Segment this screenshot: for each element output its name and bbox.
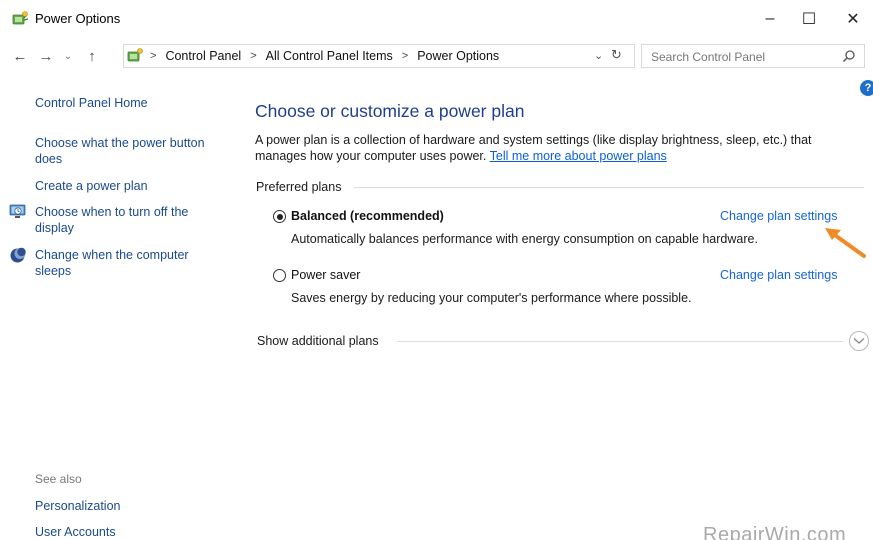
- refresh-icon[interactable]: ↻: [611, 47, 622, 63]
- window-title: Power Options: [35, 11, 121, 26]
- computer-sleeps-link[interactable]: Change when the computer sleeps: [35, 247, 225, 279]
- page-title: Choose or customize a power plan: [255, 101, 525, 121]
- search-icon[interactable]: [842, 49, 856, 63]
- control-panel-icon: [127, 48, 143, 62]
- learn-more-link[interactable]: Tell me more about power plans: [490, 149, 667, 163]
- turn-off-display-link[interactable]: Choose when to turn off the display: [35, 204, 225, 236]
- close-button[interactable]: ✕: [833, 6, 873, 32]
- back-button[interactable]: ←: [10, 46, 30, 66]
- up-button[interactable]: ↑: [82, 46, 102, 66]
- balanced-plan-radio[interactable]: [273, 210, 286, 223]
- page-description: A power plan is a collection of hardware…: [255, 132, 860, 164]
- preferred-plans-label: Preferred plans: [256, 180, 342, 194]
- maximize-button[interactable]: ☐: [789, 6, 829, 32]
- help-icon[interactable]: ?: [860, 80, 873, 96]
- breadcrumb-separator[interactable]: >: [250, 50, 256, 62]
- power-saver-change-settings-link[interactable]: Change plan settings: [720, 268, 837, 282]
- divider: [354, 187, 864, 188]
- moon-icon: [10, 247, 26, 263]
- navigation-bar: ← → ⌄ ↑ > Control Panel > All Control Pa…: [0, 40, 873, 72]
- chevron-down-glyph: [853, 338, 865, 344]
- power-saver-plan-description: Saves energy by reducing your computer's…: [291, 291, 692, 305]
- balanced-plan-label[interactable]: Balanced (recommended): [291, 209, 444, 223]
- power-saver-plan-label[interactable]: Power saver: [291, 268, 360, 282]
- breadcrumb: > Control Panel > All Control Panel Item…: [150, 49, 499, 63]
- user-accounts-link[interactable]: User Accounts: [35, 524, 116, 540]
- balanced-plan-description: Automatically balances performance with …: [291, 232, 758, 246]
- breadcrumb-all-items[interactable]: All Control Panel Items: [266, 49, 393, 63]
- breadcrumb-control-panel[interactable]: Control Panel: [165, 49, 241, 63]
- control-panel-home-link[interactable]: Control Panel Home: [35, 95, 148, 111]
- show-additional-plans-label[interactable]: Show additional plans: [257, 334, 379, 348]
- chevron-down-icon[interactable]: [849, 331, 869, 351]
- breadcrumb-power-options[interactable]: Power Options: [417, 49, 499, 63]
- display-icon: [9, 204, 26, 218]
- power-button-link[interactable]: Choose what the power button does: [35, 135, 230, 167]
- address-bar[interactable]: > Control Panel > All Control Panel Item…: [123, 44, 635, 68]
- divider: [397, 341, 843, 342]
- breadcrumb-separator: >: [150, 50, 157, 62]
- arrow-pointer-icon: [825, 228, 866, 258]
- search-placeholder: Search Control Panel: [651, 50, 766, 64]
- personalization-link[interactable]: Personalization: [35, 498, 120, 514]
- recent-locations-button[interactable]: ⌄: [58, 46, 78, 66]
- balanced-change-settings-link[interactable]: Change plan settings: [720, 209, 837, 223]
- watermark: RepairWin.com: [703, 524, 847, 540]
- forward-button[interactable]: →: [36, 46, 56, 66]
- breadcrumb-separator[interactable]: >: [402, 50, 408, 62]
- minimize-button[interactable]: –: [750, 6, 790, 32]
- power-saver-plan-radio[interactable]: [273, 269, 286, 282]
- address-dropdown-icon[interactable]: ⌄: [594, 49, 603, 62]
- create-power-plan-link[interactable]: Create a power plan: [35, 178, 148, 194]
- see-also-heading: See also: [35, 472, 82, 486]
- power-options-icon: [12, 11, 29, 25]
- search-input[interactable]: Search Control Panel: [641, 44, 865, 68]
- title-bar: Power Options – ☐ ✕: [0, 0, 873, 38]
